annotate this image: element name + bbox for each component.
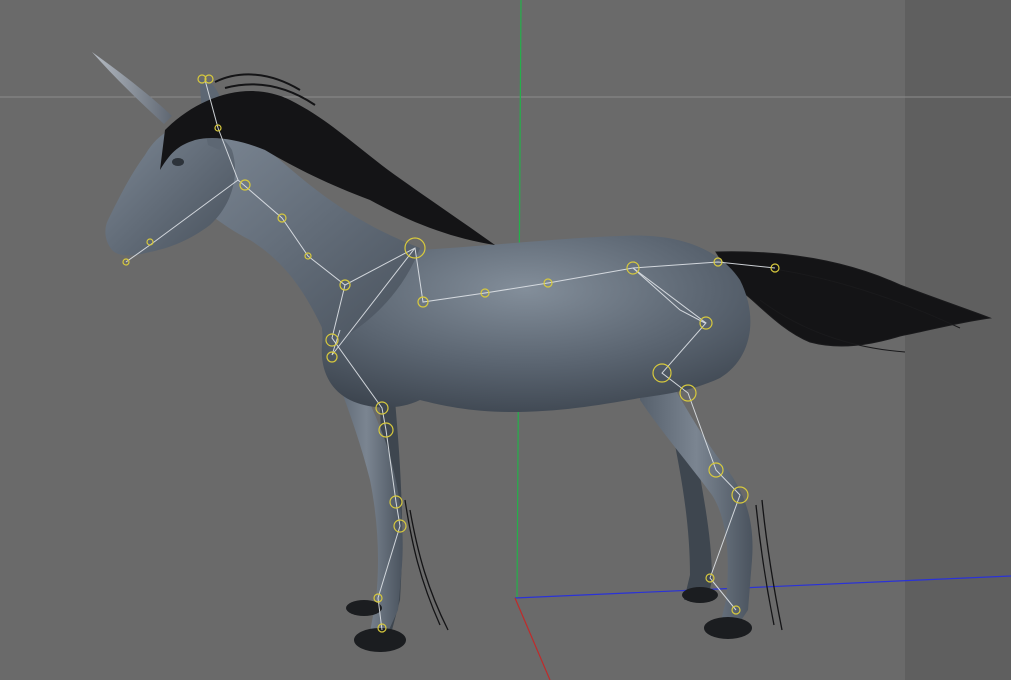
- z-axis-line: [514, 597, 551, 680]
- 3d-viewport[interactable]: [0, 0, 1011, 680]
- viewport-canvas[interactable]: [0, 0, 1011, 680]
- unicorn-horn: [92, 52, 172, 124]
- unicorn-eye: [172, 158, 184, 166]
